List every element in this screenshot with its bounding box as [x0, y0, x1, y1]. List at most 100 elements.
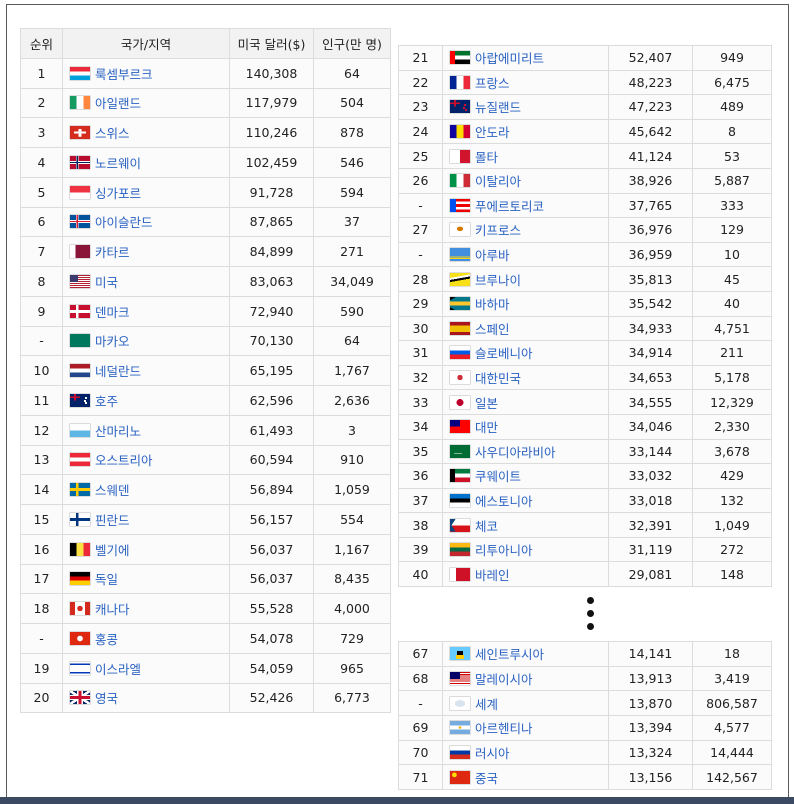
gdp-cell: 13,870 [608, 690, 693, 717]
country-link[interactable]: 키프로스 [475, 223, 521, 238]
population-cell: 2,330 [692, 413, 772, 440]
country-link[interactable]: 미국 [95, 275, 118, 290]
country-link[interactable]: 아랍에미리트 [475, 51, 544, 66]
rank-cell: 35 [398, 438, 443, 465]
flag-no-icon [70, 155, 90, 169]
country-link[interactable]: 세인트루시아 [475, 647, 544, 662]
country-link[interactable]: 산마리노 [95, 424, 141, 439]
country-link[interactable]: 마카오 [95, 334, 130, 349]
country-link[interactable]: 호주 [95, 394, 118, 409]
table-row: 3 스위스 110,246 878 [20, 117, 391, 148]
gdp-table-part2: 21 아랍에미리트 52,407 949 22 프랑스 48,223 6,475 23 뉴질랜드 4… [398, 45, 772, 588]
country-link[interactable]: 이탈리아 [475, 174, 521, 189]
flag-mt-icon [450, 149, 470, 163]
country-cell: 덴마크 [62, 295, 230, 327]
country-cell: 핀란드 [62, 504, 230, 535]
country-link[interactable]: 아루바 [475, 248, 510, 263]
country-link[interactable]: 바하마 [475, 297, 510, 312]
country-cell: 오스트리아 [62, 444, 230, 476]
country-cell: 뉴질랜드 [442, 94, 609, 120]
country-link[interactable]: 리투아니아 [475, 543, 533, 558]
gdp-cell: 33,032 [608, 463, 693, 489]
population-cell: 34,049 [313, 266, 391, 297]
country-link[interactable]: 세계 [475, 697, 498, 712]
table-row: 9 덴마크 72,940 590 [20, 295, 391, 327]
country-cell: 스웨덴 [62, 474, 230, 505]
population-cell: 3 [313, 414, 391, 446]
flag-kw-icon [450, 469, 470, 483]
country-link[interactable]: 안도라 [475, 125, 510, 140]
country-link[interactable]: 이스라엘 [95, 662, 141, 677]
table-row: - 마카오 70,130 64 [20, 325, 391, 357]
table-row: 10 네덜란드 65,195 1,767 [20, 355, 391, 386]
population-cell: 8,435 [313, 563, 391, 595]
country-link[interactable]: 독일 [95, 572, 118, 587]
table-row: 34 대만 34,046 2,330 [398, 413, 772, 440]
country-link[interactable]: 아일랜드 [95, 96, 141, 111]
country-link[interactable]: 대한민국 [475, 371, 521, 386]
flag-un-icon [450, 696, 470, 710]
country-link[interactable]: 스위스 [95, 126, 130, 141]
country-link[interactable]: 벨기에 [95, 543, 130, 558]
country-link[interactable]: 브루나이 [475, 273, 521, 288]
country-cell: 아르헨티나 [442, 715, 609, 741]
country-link[interactable]: 바레인 [475, 568, 510, 583]
table-row: 22 프랑스 48,223 6,475 [398, 69, 772, 96]
country-cell: 일본 [442, 389, 609, 415]
population-cell: 10 [692, 241, 772, 268]
gdp-cell: 34,933 [608, 315, 693, 342]
country-link[interactable]: 노르웨이 [95, 156, 141, 171]
country-link[interactable]: 프랑스 [475, 76, 510, 91]
rank-cell: 25 [398, 143, 443, 169]
gdp-cell: 72,940 [229, 295, 314, 327]
country-link[interactable]: 아이슬란드 [95, 215, 153, 230]
country-link[interactable]: 룩셈부르크 [95, 67, 153, 82]
country-link[interactable]: 덴마크 [95, 305, 130, 320]
table-body: 21 아랍에미리트 52,407 949 22 프랑스 48,223 6,475 23 뉴질랜드 4… [398, 45, 772, 588]
country-link[interactable]: 오스트리아 [95, 453, 153, 468]
country-link[interactable]: 말레이시아 [475, 672, 533, 687]
country-cell: 브루나이 [442, 266, 609, 292]
country-link[interactable]: 슬로베니아 [475, 346, 533, 361]
country-link[interactable]: 푸에르토리코 [475, 199, 544, 214]
population-cell: 5,887 [692, 167, 772, 194]
population-cell: 594 [313, 176, 391, 208]
gdp-cell: 13,324 [608, 739, 693, 766]
country-link[interactable]: 대만 [475, 420, 498, 435]
country-link[interactable]: 아르헨티나 [475, 721, 533, 736]
table-row: 29 바하마 35,542 40 [398, 290, 772, 317]
population-cell: 271 [313, 236, 391, 267]
country-link[interactable]: 중국 [475, 771, 498, 786]
flag-il-icon [70, 661, 90, 675]
country-link[interactable]: 몰타 [475, 150, 498, 165]
gdp-cell: 110,246 [229, 117, 314, 148]
population-cell: 37 [313, 206, 391, 238]
country-link[interactable]: 싱가포르 [95, 186, 141, 201]
gdp-cell: 47,223 [608, 94, 693, 120]
flag-cz-icon [450, 518, 470, 532]
country-link[interactable]: 뉴질랜드 [475, 100, 521, 115]
country-link[interactable]: 스웨덴 [95, 483, 130, 498]
country-link[interactable]: 쿠웨이트 [475, 469, 521, 484]
table-row: 39 리투아니아 31,119 272 [398, 536, 772, 563]
country-link[interactable]: 홍콩 [95, 632, 118, 647]
population-cell: 489 [692, 94, 772, 120]
country-link[interactable]: 러시아 [475, 746, 510, 761]
country-link[interactable]: 체코 [475, 519, 498, 534]
table-row: 5 싱가포르 91,728 594 [20, 176, 391, 208]
country-link[interactable]: 네덜란드 [95, 364, 141, 379]
country-link[interactable]: 영국 [95, 691, 118, 706]
ellipsis-more-rows-icon [585, 597, 595, 636]
population-cell: 949 [692, 45, 772, 71]
country-link[interactable]: 카타르 [95, 245, 130, 260]
country-link[interactable]: 에스토니아 [475, 494, 533, 509]
country-link[interactable]: 일본 [475, 396, 498, 411]
flag-is-icon [70, 215, 90, 229]
gdp-cell: 140,308 [229, 57, 314, 89]
header-population: 인구(만 명) [313, 28, 391, 59]
country-link[interactable]: 사우디아라비아 [475, 445, 556, 460]
country-link[interactable]: 스페인 [475, 322, 510, 337]
country-link[interactable]: 핀란드 [95, 513, 130, 528]
country-link[interactable]: 캐나다 [95, 602, 130, 617]
flag-my-icon [450, 672, 470, 686]
